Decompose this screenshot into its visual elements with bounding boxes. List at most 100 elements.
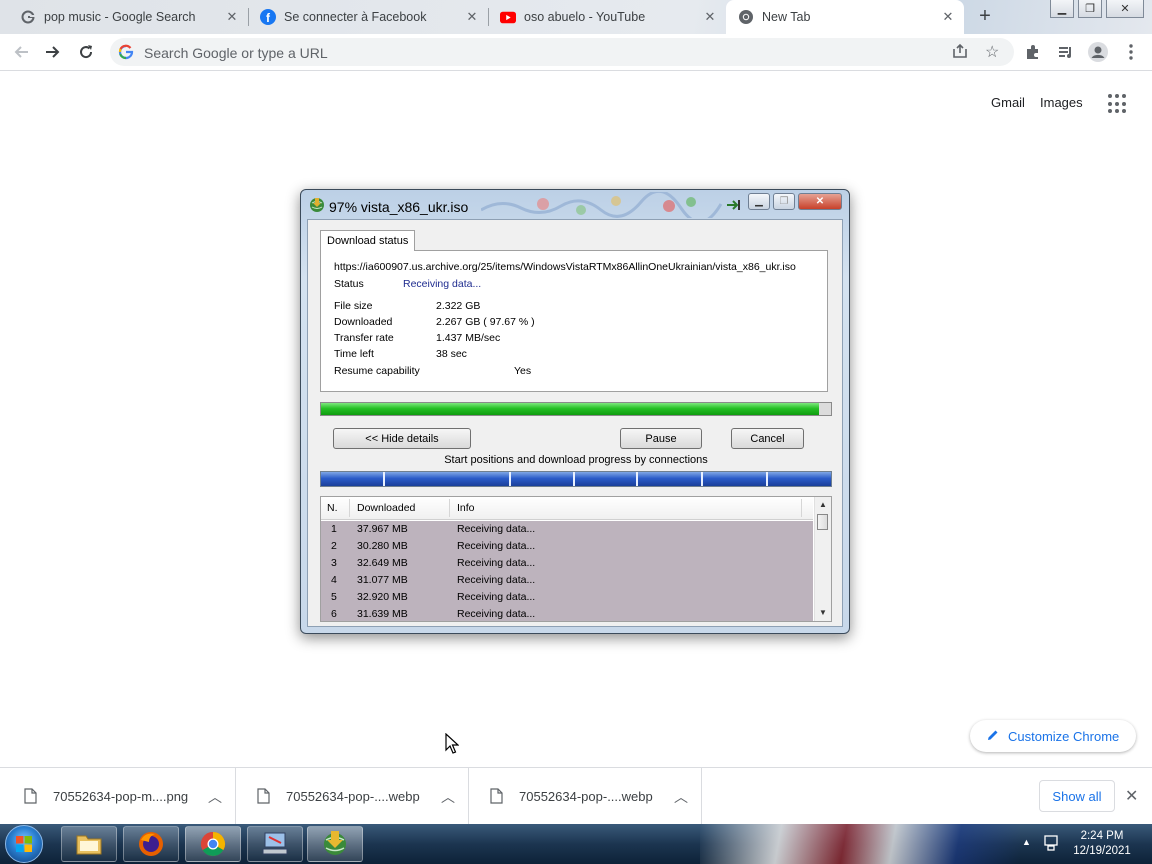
share-icon[interactable]	[952, 43, 968, 64]
close-tab-icon[interactable]: ✕	[464, 9, 480, 25]
table-row[interactable]: 5 32.920 MB Receiving data...	[321, 589, 813, 606]
status-value: Receiving data...	[403, 278, 482, 290]
google-apps-grid-icon[interactable]	[1108, 94, 1128, 114]
table-row[interactable]: 2 30.280 MB Receiving data...	[321, 538, 813, 555]
scroll-up-icon[interactable]: ▲	[815, 498, 831, 512]
images-link[interactable]: Images	[1040, 95, 1083, 110]
chrome-icon	[200, 832, 226, 857]
connection-divider	[766, 472, 768, 486]
connections-progress-label: Start positions and download progress by…	[444, 454, 708, 466]
new-tab-plus-icon[interactable]: +	[975, 6, 995, 26]
close-tab-icon[interactable]: ✕	[224, 9, 240, 25]
table-row[interactable]: 3 32.649 MB Receiving data...	[321, 555, 813, 572]
chrome-icon	[738, 9, 754, 25]
row-downloaded: 37.967 MB	[357, 523, 408, 535]
file-size-label: File size	[334, 300, 373, 312]
table-scrollbar[interactable]: ▲ ▼	[814, 497, 831, 621]
minimize-window-icon[interactable]: ▁	[1050, 0, 1074, 18]
tab-new-tab[interactable]: New Tab ✕	[726, 0, 964, 34]
column-separator[interactable]	[801, 499, 802, 517]
download-item[interactable]: 70552634-pop-....webp ︿	[470, 768, 702, 825]
media-queue-icon[interactable]	[1055, 41, 1077, 63]
file-icon	[24, 788, 37, 807]
download-shelf: 70552634-pop-m....png ︿ 70552634-pop-...…	[0, 767, 1152, 825]
close-window-icon[interactable]: ✕	[1106, 0, 1144, 18]
taskbar-chrome[interactable]	[185, 826, 241, 862]
table-header: N. Downloaded Info	[321, 497, 813, 520]
omnibox[interactable]: ☆	[110, 38, 1014, 68]
idm-globe-icon	[324, 831, 346, 855]
chevron-up-icon[interactable]: ︿	[674, 787, 688, 807]
cancel-button[interactable]: Cancel	[731, 428, 804, 449]
row-info: Receiving data...	[457, 540, 536, 552]
column-header-n[interactable]: N.	[327, 502, 338, 514]
reload-icon[interactable]	[75, 41, 97, 63]
profile-avatar-icon[interactable]	[1087, 41, 1109, 63]
start-button[interactable]	[5, 825, 43, 863]
tab-facebook[interactable]: f Se connecter à Facebook ✕	[248, 0, 489, 34]
connections-progress-bar	[320, 471, 832, 487]
tab-youtube[interactable]: oso abuelo - YouTube ✕	[488, 0, 726, 34]
gmail-link[interactable]: Gmail	[991, 95, 1025, 110]
column-separator[interactable]	[349, 499, 350, 517]
taskbar-network-app[interactable]	[247, 826, 303, 862]
table-row[interactable]: 1 37.967 MB Receiving data...	[321, 521, 813, 538]
browser-toolbar: ☆	[0, 34, 1152, 71]
pause-button[interactable]: Pause	[620, 428, 702, 449]
network-status-icon[interactable]	[1043, 834, 1061, 857]
download-item[interactable]: 70552634-pop-....webp ︿	[237, 768, 469, 825]
chevron-up-icon[interactable]: ︿	[441, 787, 455, 807]
download-progress-bar	[320, 402, 832, 416]
customize-chrome-button[interactable]: Customize Chrome	[970, 720, 1136, 752]
extensions-puzzle-icon[interactable]	[1022, 41, 1044, 63]
column-separator[interactable]	[449, 499, 450, 517]
tab-google-search[interactable]: pop music - Google Search ✕	[8, 0, 249, 34]
show-all-button[interactable]: Show all	[1039, 780, 1115, 812]
tab-download-status[interactable]: Download status	[320, 230, 416, 251]
scroll-down-icon[interactable]: ▼	[815, 606, 831, 620]
download-url: https://ia600907.us.archive.org/25/items…	[334, 261, 796, 273]
close-shelf-icon[interactable]: ✕	[1125, 786, 1138, 806]
taskbar-idm[interactable]	[307, 826, 363, 862]
tab-strip: pop music - Google Search ✕ f Se connect…	[0, 0, 1152, 34]
close-tab-icon[interactable]: ✕	[702, 9, 718, 25]
close-tab-icon[interactable]: ✕	[940, 9, 956, 25]
row-info: Receiving data...	[457, 591, 536, 603]
mouse-cursor-icon	[445, 732, 460, 760]
table-row[interactable]: 4 31.077 MB Receiving data...	[321, 572, 813, 589]
row-number: 1	[331, 523, 337, 535]
kebab-menu-icon[interactable]	[1120, 41, 1142, 63]
time-left-value: 38 sec	[436, 348, 467, 360]
forward-icon[interactable]	[42, 41, 64, 63]
taskbar-firefox[interactable]	[123, 826, 179, 862]
address-input[interactable]	[142, 38, 926, 68]
bookmark-star-icon[interactable]: ☆	[985, 42, 999, 62]
hide-details-button[interactable]: << Hide details	[333, 428, 471, 449]
transfer-rate-value: 1.437 MB/sec	[436, 332, 501, 344]
wallpaper-peek	[700, 824, 1020, 864]
row-number: 4	[331, 574, 337, 586]
chevron-up-icon[interactable]: ︿	[208, 787, 222, 807]
back-icon[interactable]	[10, 41, 32, 63]
show-hidden-icons-icon[interactable]: ▲	[1022, 837, 1031, 847]
table-row[interactable]: 6 31.639 MB Receiving data...	[321, 606, 813, 621]
arrow-minimize-to-tray-icon[interactable]	[726, 198, 742, 216]
taskbar-clock[interactable]: 2:24 PM 12/19/2021	[1062, 829, 1142, 859]
google-g-icon	[118, 44, 134, 65]
tab-title: pop music - Google Search	[44, 10, 196, 24]
row-downloaded: 32.920 MB	[357, 591, 408, 603]
download-item[interactable]: 70552634-pop-m....png ︿	[4, 768, 236, 825]
connections-table[interactable]: N. Downloaded Info 1 37.967 MB Receiving…	[320, 496, 832, 622]
idm-title-bar: 97% vista_x86_ukr.iso	[309, 197, 468, 216]
scrollbar-thumb[interactable]	[817, 514, 828, 530]
idm-minimize-button[interactable]: ▁	[748, 193, 770, 210]
restore-window-icon[interactable]: ❐	[1078, 0, 1102, 18]
customize-label: Customize Chrome	[1008, 728, 1120, 744]
idm-client-area: Download status https://ia600907.us.arch…	[307, 219, 843, 627]
column-header-downloaded[interactable]: Downloaded	[357, 502, 415, 514]
taskbar-explorer[interactable]	[61, 826, 117, 862]
idm-close-button[interactable]: ✕	[798, 193, 842, 210]
column-header-info[interactable]: Info	[457, 502, 475, 514]
idm-title-text: 97% vista_x86_ukr.iso	[329, 198, 469, 215]
connection-divider	[573, 472, 575, 486]
